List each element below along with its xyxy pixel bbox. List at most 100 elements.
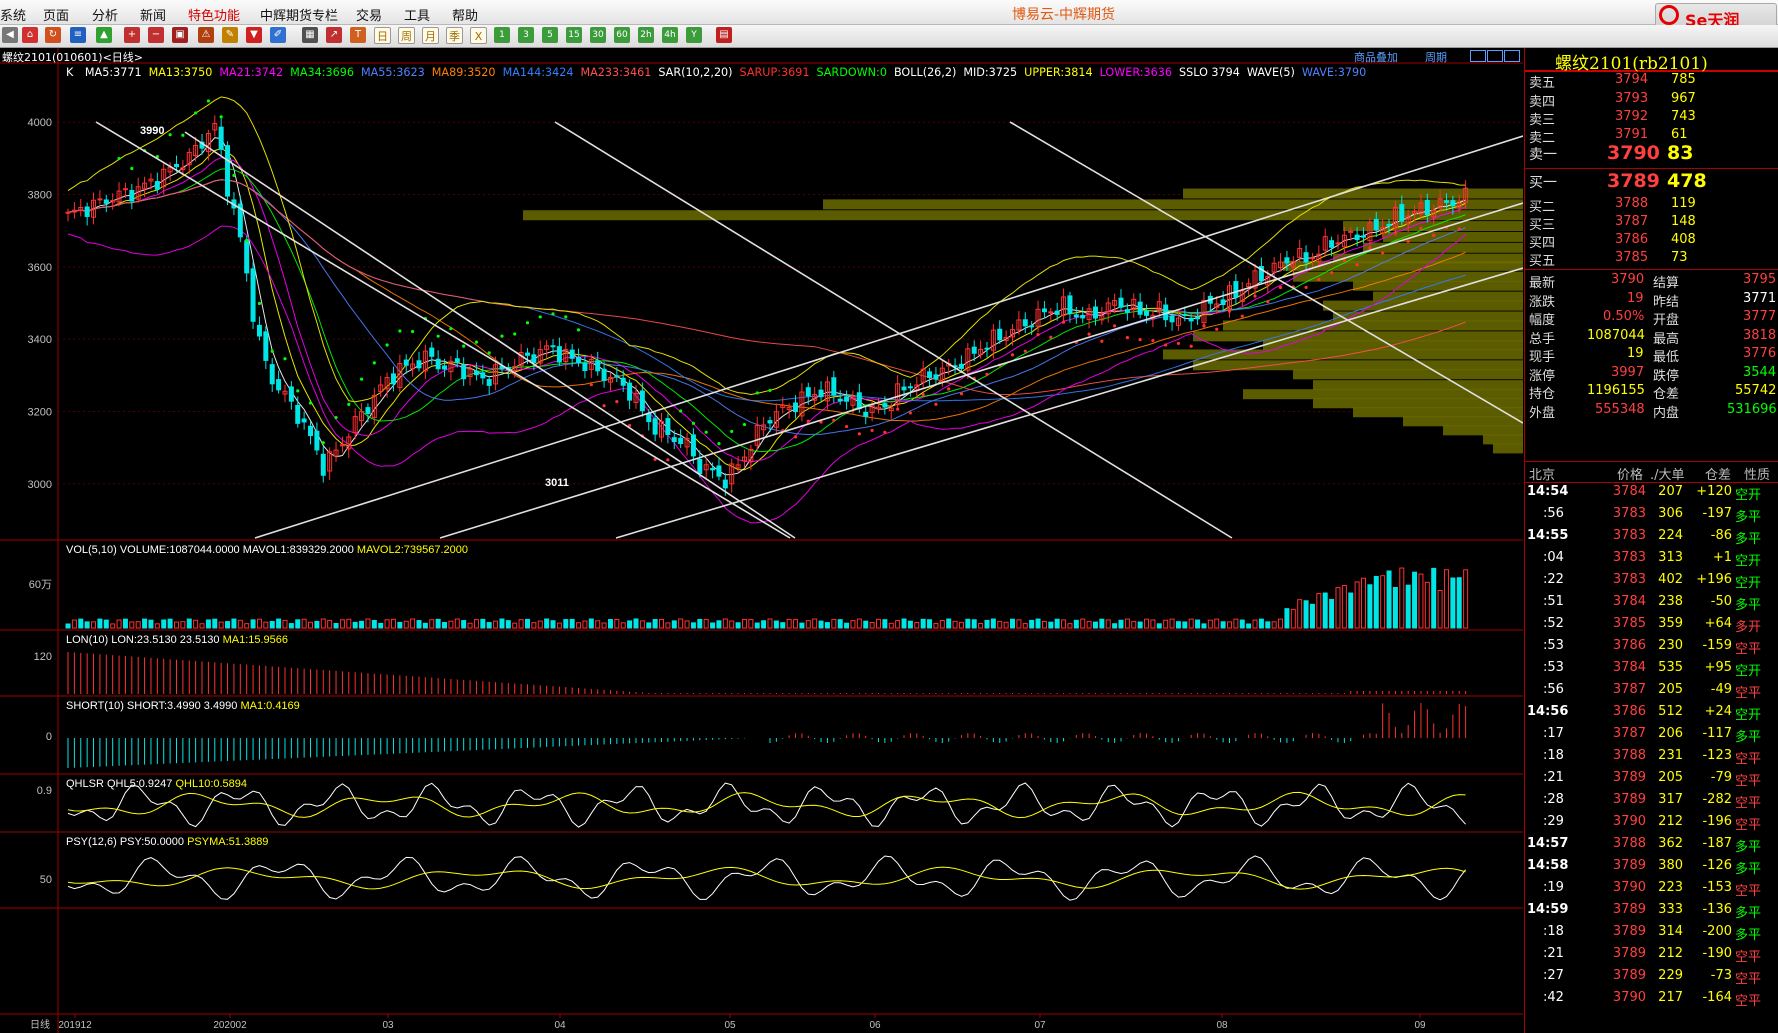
home-icon[interactable]: ⌂ xyxy=(22,27,38,43)
tick-row[interactable]: :19 3790 223 -153 空平 xyxy=(1525,877,1778,899)
tick-row[interactable]: :56 3783 306 -197 多平 xyxy=(1525,503,1778,525)
chart-icon[interactable]: ▲ xyxy=(96,27,112,43)
stat-row[interactable]: 外盘 555348 内盘 531696 xyxy=(1525,402,1778,422)
tick-row[interactable]: 14:56 3786 512 +24 空开 xyxy=(1525,701,1778,723)
tick-row[interactable]: :22 3783 402 +196 空开 xyxy=(1525,569,1778,591)
ask-row[interactable]: 卖四 3793 967 xyxy=(1525,91,1778,111)
tick-row[interactable]: :28 3789 317 -282 空平 xyxy=(1525,789,1778,811)
filter-icon[interactable]: ▼ xyxy=(246,27,262,43)
tick-row[interactable]: :51 3784 238 -50 多平 xyxy=(1525,591,1778,613)
split-icon[interactable] xyxy=(1487,50,1503,62)
tick-row[interactable]: :53 3786 230 -159 空平 xyxy=(1525,635,1778,657)
tick-row[interactable]: :53 3784 535 +95 空开 xyxy=(1525,657,1778,679)
pen-icon[interactable]: ✎ xyxy=(222,27,238,43)
candle-body xyxy=(1054,310,1060,315)
back-icon[interactable]: ◀ xyxy=(2,27,18,43)
period-4h-button[interactable]: 4h xyxy=(662,27,678,43)
restore-icon[interactable] xyxy=(1470,50,1486,62)
tick-icon[interactable]: T xyxy=(350,27,366,43)
line-chart-icon[interactable]: ↗ xyxy=(326,27,342,43)
menu-zhonghui-column[interactable]: 中辉期货专栏 xyxy=(260,5,338,24)
tick-row[interactable]: 14:55 3783 224 -86 多平 xyxy=(1525,525,1778,547)
period-day-button[interactable]: 日 xyxy=(374,27,391,44)
x-tick-label: 05 xyxy=(724,1020,736,1031)
period-15min-button[interactable]: 15 xyxy=(566,27,582,43)
tick-row[interactable]: 14:57 3788 362 -187 多平 xyxy=(1525,833,1778,855)
bid-row[interactable]: 买三 3787 148 xyxy=(1525,214,1778,234)
menu-trade[interactable]: 交易 xyxy=(356,5,382,24)
period-season-button[interactable]: 季 xyxy=(446,27,463,44)
stat-row[interactable]: 总手 1087044 最高 3818 xyxy=(1525,328,1778,348)
tick-row[interactable]: :17 3787 206 -117 多平 xyxy=(1525,723,1778,745)
refresh-icon[interactable]: ↻ xyxy=(45,27,61,43)
menu-features[interactable]: 特色功能 xyxy=(188,5,240,24)
candle-body xyxy=(1361,235,1367,238)
stat-row[interactable]: 幅度 0.50% 开盘 3777 xyxy=(1525,309,1778,329)
candle-body xyxy=(1029,325,1035,328)
tick-row[interactable]: :21 3789 205 -79 空平 xyxy=(1525,767,1778,789)
bid-row[interactable]: 买五 3785 73 xyxy=(1525,250,1778,270)
zoom-in-icon[interactable]: + xyxy=(124,27,140,43)
period-button[interactable]: 周期 xyxy=(1425,49,1447,65)
ask-row[interactable]: 卖五 3794 785 xyxy=(1525,72,1778,92)
volume-profile-bar xyxy=(523,210,1523,221)
ask-row[interactable]: 卖三 3792 743 xyxy=(1525,109,1778,129)
volume-bar xyxy=(588,618,594,629)
bid-row[interactable]: 买一 3789 478 xyxy=(1525,170,1778,192)
kline-chart-area[interactable]: 400038003600340032003000日线 201912 202002 03… xyxy=(0,48,1523,1033)
tick-row[interactable]: :18 3788 231 -123 空平 xyxy=(1525,745,1778,767)
tick-row[interactable]: :04 3783 313 +1 空开 xyxy=(1525,547,1778,569)
period-month-button[interactable]: 月 xyxy=(422,27,439,44)
table-icon[interactable]: ▦ xyxy=(302,27,318,43)
overlay-button[interactable]: 商品叠加 xyxy=(1354,49,1398,65)
x-tick-label: 08 xyxy=(1216,1020,1228,1031)
period-year-button[interactable]: Y xyxy=(686,27,702,43)
menu-news[interactable]: 新闻 xyxy=(140,5,166,24)
volume-bar xyxy=(1073,619,1079,629)
period-week-button[interactable]: 周 xyxy=(398,27,415,44)
stat-row[interactable]: 最新 3790 结算 3795 xyxy=(1525,272,1778,292)
period-5min-button[interactable]: 5 xyxy=(542,27,558,43)
list-icon[interactable]: ≡ xyxy=(70,27,86,43)
stat-row[interactable]: 现手 19 最低 3776 xyxy=(1525,346,1778,366)
candle-body xyxy=(1348,230,1354,233)
menu-help[interactable]: 帮助 xyxy=(452,5,478,24)
menu-analysis[interactable]: 分析 xyxy=(92,5,118,24)
tick-row[interactable]: :21 3789 212 -190 空平 xyxy=(1525,943,1778,965)
alarm-icon[interactable]: ⚠ xyxy=(198,27,214,43)
stat-row[interactable]: 涨停 3997 跌停 3544 xyxy=(1525,365,1778,385)
bid-row[interactable]: 买四 3786 408 xyxy=(1525,232,1778,252)
period-30min-button[interactable]: 30 xyxy=(590,27,606,43)
ask-row[interactable]: 卖一 3790 83 xyxy=(1525,142,1778,164)
volume-bar xyxy=(167,618,173,629)
period-60min-button[interactable]: 60 xyxy=(614,27,630,43)
stat-row[interactable]: 涨跌 19 昨结 3771 xyxy=(1525,291,1778,311)
zoom-out-icon[interactable]: − xyxy=(148,27,164,43)
tick-row[interactable]: :52 3785 359 +64 多开 xyxy=(1525,613,1778,635)
window-icon[interactable]: ▣ xyxy=(172,27,188,43)
period-3min-button[interactable]: 3 xyxy=(518,27,534,43)
candle-body xyxy=(550,345,556,348)
tick-row[interactable]: :18 3789 314 -200 多平 xyxy=(1525,921,1778,943)
candle-body xyxy=(933,374,939,380)
period-x-button[interactable]: X xyxy=(470,27,487,44)
menu-tools[interactable]: 工具 xyxy=(404,5,430,24)
maximize-icon[interactable] xyxy=(1504,50,1520,62)
tick-row[interactable]: :42 3790 217 -164 空平 xyxy=(1525,987,1778,1009)
tick-row[interactable]: :27 3789 229 -73 空平 xyxy=(1525,965,1778,987)
stat-row[interactable]: 持仓 1196155 仓差 55742 xyxy=(1525,383,1778,403)
period-2h-button[interactable]: 2h xyxy=(638,27,654,43)
tick-row[interactable]: :56 3787 205 -49 空平 xyxy=(1525,679,1778,701)
tick-volume: 206 xyxy=(1658,726,1683,741)
tick-row[interactable]: 14:58 3789 380 -126 多平 xyxy=(1525,855,1778,877)
tick-row[interactable]: :29 3790 212 -196 空平 xyxy=(1525,811,1778,833)
period-1min-button[interactable]: 1 xyxy=(494,27,510,43)
report-icon[interactable]: ▤ xyxy=(716,27,732,43)
tick-row[interactable]: 14:59 3789 333 -136 多平 xyxy=(1525,899,1778,921)
menu-page[interactable]: 页面 xyxy=(43,5,69,24)
candle-body xyxy=(997,328,1003,341)
bid-row[interactable]: 买二 3788 119 xyxy=(1525,196,1778,216)
draw-icon[interactable]: ✐ xyxy=(270,27,286,43)
tick-row[interactable]: 14:54 3784 207 +120 空开 xyxy=(1525,481,1778,503)
menu-system[interactable]: 系统 xyxy=(0,5,26,24)
